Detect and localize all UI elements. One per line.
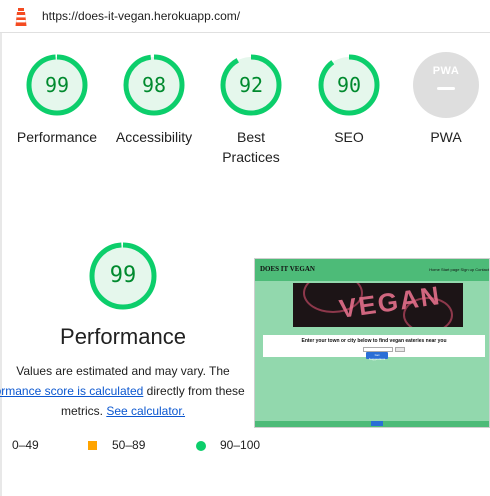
gauge-accessibility[interactable]: 98 (121, 52, 187, 118)
gauge-seo[interactable]: 90 (316, 52, 382, 118)
legend-fail-range: 0–49 (12, 438, 39, 452)
gauge-label-performance[interactable]: Performance (2, 127, 112, 147)
thumbnail-navbar: DOES IT VEGAN Home Start page Sign up Co… (255, 259, 489, 281)
gauge-label-line: Practices (222, 149, 280, 165)
lighthouse-icon (15, 8, 27, 26)
description-line-2-rest: directly from these (143, 384, 245, 398)
pwa-label[interactable]: PWA (391, 127, 490, 147)
average-square-icon (88, 441, 97, 450)
gauge-score: 90 (336, 73, 362, 97)
thumbnail-nav-links: Home Start page Sign up Contact (429, 267, 489, 272)
description-line-1: Values are estimated and may vary. The (16, 364, 230, 378)
legend-average-range: 50–89 (112, 438, 146, 452)
thumbnail-hero-image: VEGAN (293, 283, 463, 327)
thumbnail-suggestions-button: Get Suggestions (366, 352, 388, 361)
description-line-2: rformance score is calculated directly f… (0, 381, 246, 401)
thumbnail-search-prompt: Enter your town or city below to find ve… (301, 338, 447, 344)
final-screenshot-thumbnail[interactable]: DOES IT VEGAN Home Start page Sign up Co… (254, 258, 490, 428)
pwa-badge-text: PWA (432, 65, 460, 77)
url-bar: https://does-it-vegan.herokuapp.com/ (0, 0, 490, 33)
gauge-best-practices[interactable]: 92 (218, 52, 284, 118)
thumbnail-search-go (395, 347, 405, 352)
gauge-label-accessibility[interactable]: Accessibility (99, 127, 209, 147)
page-url[interactable]: https://does-it-vegan.herokuapp.com/ (42, 9, 240, 23)
pwa-dash-icon (437, 87, 455, 90)
see-calculator-link[interactable]: See calculator. (106, 404, 185, 418)
gauge-performance[interactable]: 99 (24, 52, 90, 118)
performance-title: Performance (60, 324, 186, 349)
score-calculated-link[interactable]: rformance score is calculated (0, 384, 143, 398)
description-line-3-text: metrics. (60, 404, 107, 418)
pass-circle-icon (196, 441, 206, 451)
thumbnail-button-text: Get Suggestions (368, 353, 386, 361)
description-line-3: metrics. See calculator. (0, 401, 246, 421)
gauge-label-line: Best (236, 129, 265, 145)
gauge-score: 98 (141, 73, 167, 97)
gauge-score: 99 (44, 73, 70, 97)
pwa-badge[interactable]: PWA (413, 52, 479, 118)
performance-big-score: 99 (109, 263, 137, 288)
left-divider (0, 33, 2, 496)
gauge-score: 92 (238, 73, 264, 97)
gauge-label-seo[interactable]: SEO (294, 127, 404, 147)
performance-big-gauge: 99 (87, 240, 159, 312)
legend-pass-range: 90–100 (220, 438, 261, 452)
thumbnail-footer-button (371, 421, 383, 426)
performance-description: Values are estimated and may vary. The r… (0, 361, 246, 421)
thumbnail-brand: DOES IT VEGAN (260, 265, 315, 273)
gauge-label-best-practices[interactable]: Best Practices (196, 127, 306, 167)
